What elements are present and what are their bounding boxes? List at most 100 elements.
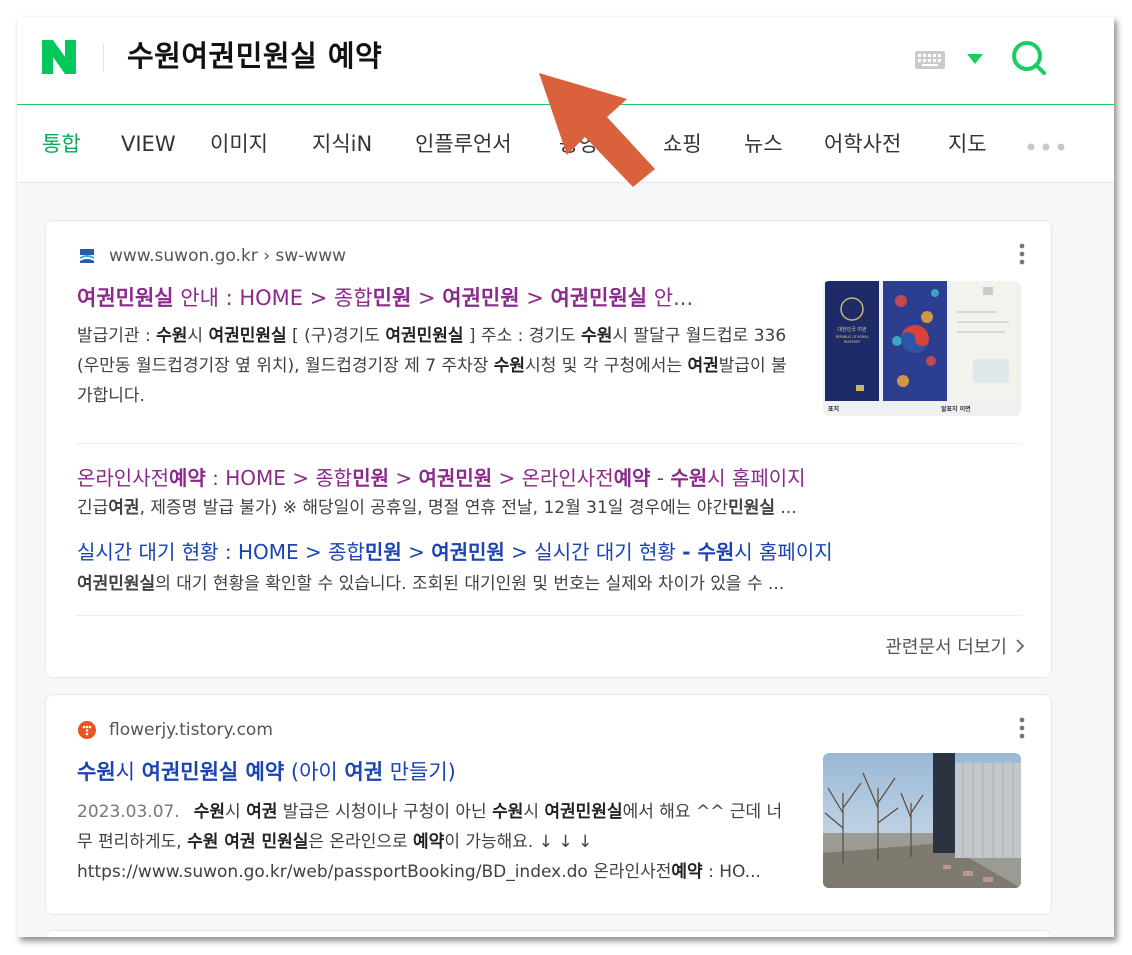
desc-part: https://www.suwon.go.kr/web/passportBook…	[77, 862, 672, 882]
section-divider	[76, 443, 1022, 444]
title-part: 시 홈페이지	[707, 466, 806, 490]
result-description: 2023.03.07. 수원시 여권 발급은 시청이나 구청이 아닌 수원시 여권…	[77, 797, 797, 887]
result-source[interactable]: www.suwon.go.kr › sw-www	[78, 243, 346, 269]
more-label: 관련문서 더보기	[885, 637, 1007, 658]
desc-part: 시청 및 각 구청에서는	[525, 356, 688, 376]
desc-part: 여권민원실	[77, 574, 156, 594]
result-card	[45, 930, 1052, 937]
tab-dictionary[interactable]: 어학사전	[824, 129, 901, 159]
title-part: - 수원	[682, 540, 735, 564]
desc-part: 의 대기 현황을 확인할 수 있습니다. 조회된 대기인원 및 번호는 실제와 …	[155, 574, 785, 594]
result-title-link[interactable]: 여권민원실 안내 : HOME > 종합민원 > 여권민원 > 여권민원실 안.…	[77, 283, 797, 313]
desc-part: , 제증명 발급 불가) ※ 해당일이 공휴일, 명절 연휴 전날, 12월 3…	[139, 498, 729, 518]
tab-view[interactable]: VIEW	[121, 129, 176, 159]
annotation-arrow-icon	[539, 73, 655, 187]
title-part: 여권민원	[442, 286, 520, 310]
desc-part: 수원 여권 민원실	[187, 832, 309, 852]
title-part: >	[389, 466, 419, 490]
result-card: www.suwon.go.kr › sw-www 여권민원실 안내 : HOME…	[45, 220, 1052, 678]
sub-link-online-booking[interactable]: 온라인사전예약 : HOME > 종합민원 > 여권민원 > 온라인사전예약 -…	[77, 463, 806, 493]
desc-part: 예약	[671, 862, 703, 882]
title-part: 민원	[352, 466, 390, 490]
desc-part: 여권	[246, 802, 278, 822]
building-thumbnail[interactable]	[823, 753, 1021, 888]
desc-part: 여권민원실	[385, 326, 464, 346]
title-part: 여권민원실	[77, 286, 174, 310]
thumb-label-inner: 알표지 이면	[941, 405, 971, 413]
desc-part: 시	[187, 326, 209, 346]
autocomplete-toggle-icon[interactable]	[967, 54, 983, 64]
title-part: 민원	[372, 286, 412, 310]
search-icon[interactable]	[1010, 39, 1048, 77]
cover-text-en: REPUBLIC OF KOREA	[836, 335, 870, 339]
tab-shopping[interactable]: 쇼핑	[663, 129, 702, 159]
desc-part: 여권	[108, 498, 140, 518]
title-part: -	[650, 466, 671, 490]
desc-part: 수원	[156, 326, 188, 346]
title-part: 민원	[364, 540, 402, 564]
cover-text-ko: 대한민국 여권	[837, 326, 867, 333]
title-part: >	[519, 286, 551, 310]
title-part: 여권	[344, 760, 384, 784]
desc-part: 발급은 시청이나 구청이 아닌	[277, 802, 493, 822]
title-part: 여권민원실	[550, 286, 648, 310]
desc-part: [ (구)경기도	[286, 326, 386, 346]
tab-map[interactable]: 지도	[948, 129, 987, 159]
title-part: 예약	[169, 466, 206, 490]
desc-part: 수원	[492, 802, 524, 822]
desc-part: 이 가능해요. ↓ ↓ ↓	[444, 832, 593, 852]
desc-part: 은 온라인으로	[308, 832, 414, 852]
title-part: > 실시간 대기 현황	[504, 540, 683, 564]
title-part: 온라인사전	[77, 466, 169, 490]
tab-kin[interactable]: 지식iN	[312, 129, 372, 159]
sub-link-waiting-status[interactable]: 실시간 대기 현황 : HOME > 종합민원 > 여권민원 > 실시간 대기 …	[77, 537, 833, 567]
desc-part: 민원실	[728, 498, 776, 518]
sub-link-description: 여권민원실의 대기 현황을 확인할 수 있습니다. 조회된 대기인원 및 번호는…	[77, 569, 784, 599]
title-part: 수원	[77, 760, 116, 784]
title-part: 실시간 대기 현황 : HOME > 종합	[77, 540, 365, 564]
chevron-right-icon	[1016, 639, 1025, 653]
options-icon[interactable]	[1019, 243, 1025, 265]
keyboard-icon[interactable]	[915, 51, 945, 69]
title-part: 예약	[613, 466, 651, 490]
title-part: 안내 : HOME > 종합	[173, 286, 373, 310]
more-tabs-icon[interactable]	[1027, 143, 1065, 151]
naver-logo-icon[interactable]	[42, 40, 76, 74]
site-url: www.suwon.go.kr › sw-www	[109, 246, 347, 266]
result-description: 발급기관 : 수원시 여권민원실 [ (구)경기도 여권민원실 ] 주소 : 경…	[77, 321, 797, 411]
tab-all[interactable]: 통합	[42, 129, 81, 159]
title-part: (아이	[284, 760, 345, 784]
cover-text-passport: PASSPORT	[844, 340, 860, 344]
desc-part: 발급기관 :	[77, 326, 157, 346]
title-part: 안...	[647, 286, 694, 310]
desc-part: 여권민원실	[208, 326, 287, 346]
title-part: 만들기)	[383, 760, 456, 784]
search-input[interactable]: 수원여권민원실 예약	[127, 33, 382, 79]
desc-part: : HO...	[702, 862, 761, 882]
tab-images[interactable]: 이미지	[210, 129, 268, 159]
browser-frame: 수원여권민원실 예약 통합 VIEW 이미지 지식iN 인플루언서 동영상 쇼핑…	[17, 17, 1114, 937]
title-part: > 온라인사전	[492, 466, 614, 490]
result-source[interactable]: flowerjy.tistory.com	[78, 717, 273, 743]
suwon-favicon-icon	[78, 247, 96, 265]
logo-divider	[103, 44, 104, 72]
title-part: : HOME > 종합	[205, 466, 353, 490]
title-part: >	[411, 286, 443, 310]
result-title-link[interactable]: 수원시 여권민원실 예약 (아이 여권 만들기)	[77, 757, 797, 787]
thumb-label-cover: 표지	[828, 405, 839, 413]
desc-part: 수원	[193, 802, 226, 822]
related-docs-more-button[interactable]: 관련문서 더보기	[885, 633, 1025, 659]
tab-influencer[interactable]: 인플루언서	[415, 129, 512, 159]
desc-part: 여권	[687, 356, 719, 376]
passport-thumbnail[interactable]: 대한민국 여권 REPUBLIC OF KOREA PASSPORT 표지 알표…	[823, 281, 1021, 416]
options-icon[interactable]	[1019, 717, 1025, 739]
desc-part: 예약	[413, 832, 445, 852]
result-card: flowerjy.tistory.com 수원시 여권민원실 예약 (아이 여권…	[45, 694, 1052, 915]
title-part: 여권민원	[418, 466, 493, 490]
site-url: flowerjy.tistory.com	[109, 720, 273, 740]
desc-part: 수원	[493, 356, 526, 376]
section-divider	[76, 615, 1022, 616]
desc-part: ...	[775, 498, 797, 518]
title-part: 여권민원	[431, 540, 505, 564]
tab-news[interactable]: 뉴스	[744, 129, 783, 159]
